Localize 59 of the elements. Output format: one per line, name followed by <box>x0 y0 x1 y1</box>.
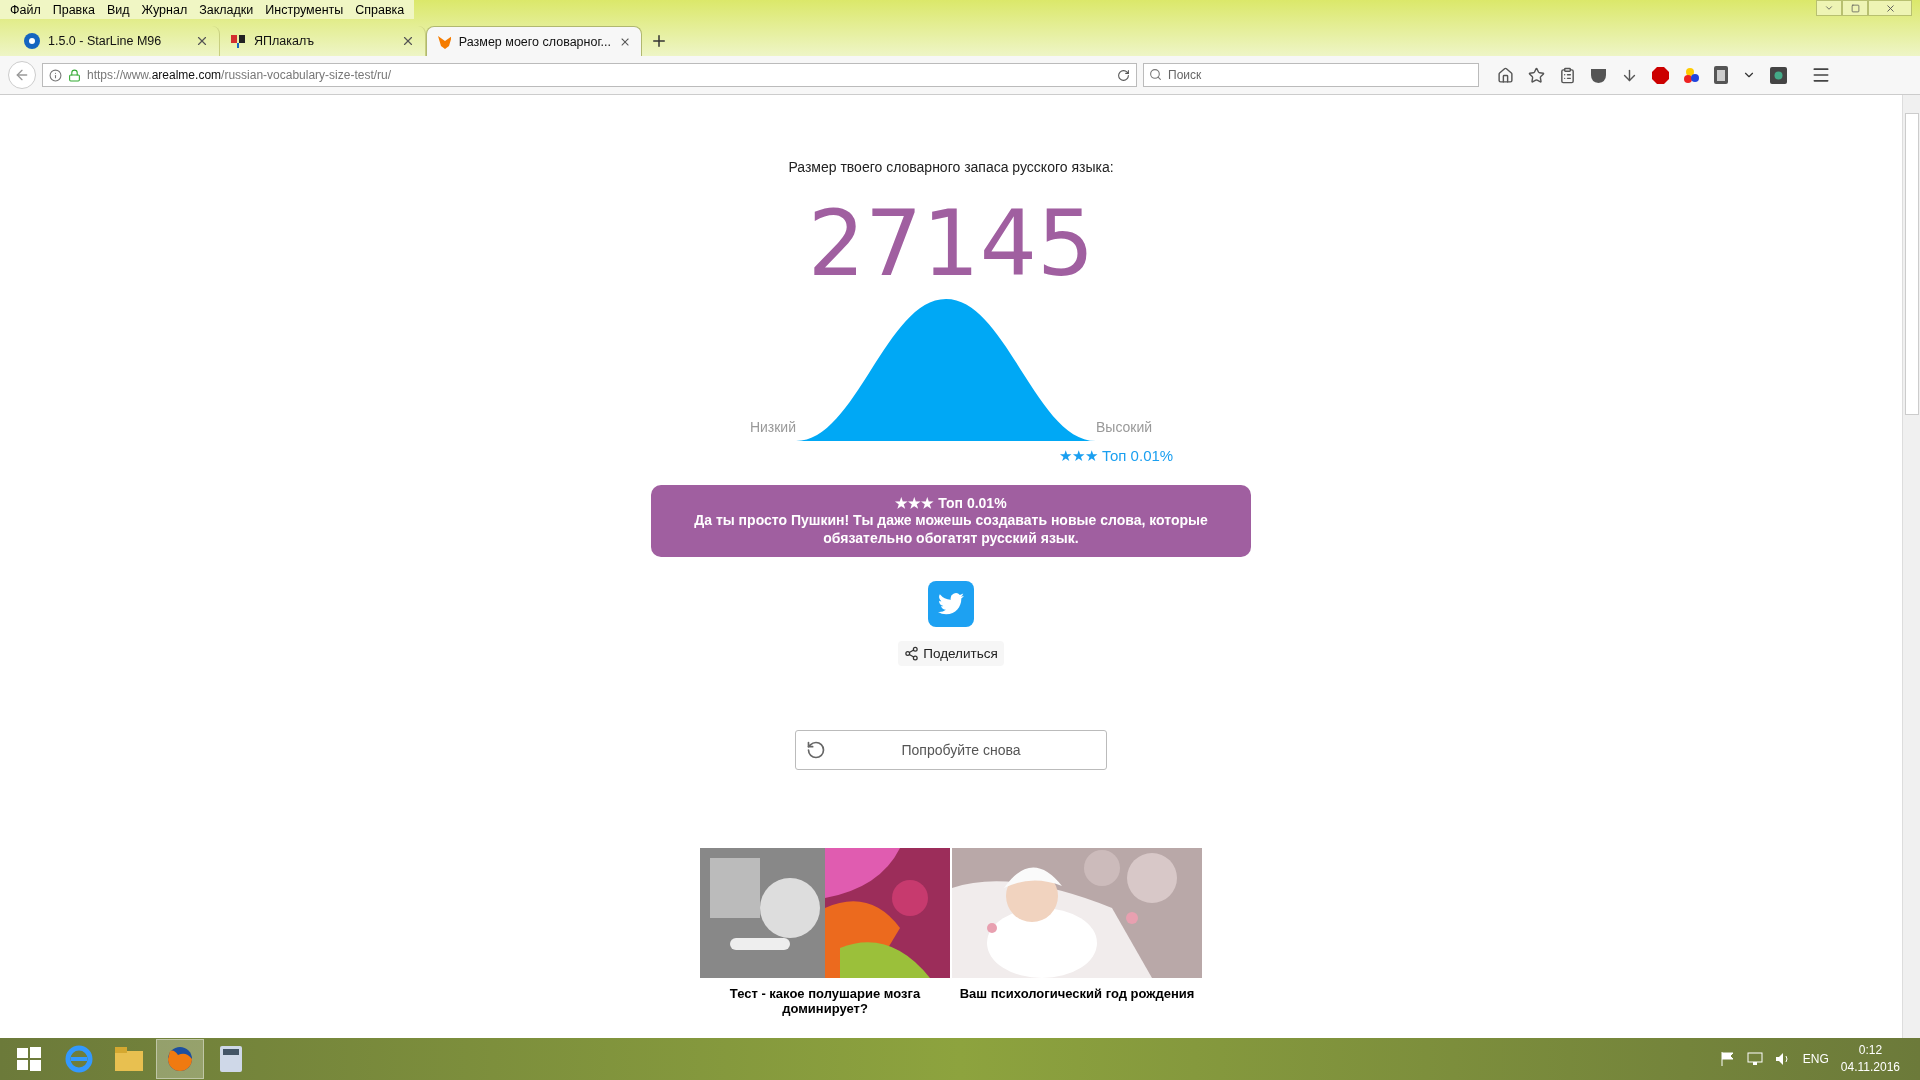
close-icon <box>1884 2 1896 14</box>
home-icon[interactable] <box>1497 66 1514 84</box>
language-indicator[interactable]: ENG <box>1802 1052 1829 1066</box>
new-tab-icon[interactable] <box>650 32 668 50</box>
score-number: 27145 <box>807 199 1095 289</box>
flag-logo-icon <box>230 33 246 49</box>
flag-icon[interactable] <box>1720 1052 1735 1066</box>
share-icon <box>904 646 920 662</box>
fox-head-icon <box>437 33 451 50</box>
close-icon[interactable] <box>195 34 209 48</box>
result-text: Да ты просто Пушкин! Ты даже можешь создавать новые слова, которые обязательно обогатят русский язык. <box>693 511 1209 548</box>
info-icon <box>49 68 62 82</box>
windows-logo-icon <box>17 1047 41 1071</box>
menu-item[interactable]: Закладки <box>193 2 260 17</box>
menu-icon[interactable] <box>1811 65 1831 85</box>
clipboard-icon[interactable] <box>1714 66 1728 84</box>
network-icon[interactable] <box>1746 1052 1763 1066</box>
search-field[interactable]: Поиск <box>1143 63 1479 87</box>
lock-icon <box>68 68 81 82</box>
retry-button[interactable]: Попробуйте снова <box>795 730 1107 771</box>
reload-icon[interactable] <box>1117 68 1130 82</box>
article-link[interactable]: Тест - какое полушарие мозга доминирует? <box>700 986 950 1017</box>
grid-icon[interactable] <box>1770 66 1787 84</box>
menu-item[interactable]: Справка <box>349 2 411 17</box>
browser-tab[interactable]: Размер моего словарног... <box>426 26 642 56</box>
search-icon <box>1149 68 1162 81</box>
low-label: Низкий <box>749 419 796 435</box>
menu-item[interactable]: Инструменты <box>259 2 350 17</box>
share-button[interactable]: Поделиться <box>898 641 1004 667</box>
caret-icon <box>1824 3 1834 13</box>
menu-item[interactable]: Вид <box>100 2 136 17</box>
menu-item[interactable]: Правка <box>46 2 101 17</box>
tab-title: ЯПлакалъ <box>254 34 316 48</box>
bird-icon <box>938 593 964 616</box>
close-icon[interactable] <box>401 34 415 48</box>
scrollbar[interactable] <box>1902 95 1920 1038</box>
octagon-icon[interactable] <box>1652 66 1669 84</box>
rank-label: ★★★ Топ 0.01% <box>1058 447 1174 465</box>
twitter-button[interactable] <box>928 581 974 628</box>
restore-icon <box>1850 3 1860 13</box>
clock[interactable]: 0:12 04.11.2016 <box>1840 1042 1900 1076</box>
article-link[interactable]: Ваш психологический год рождения <box>959 986 1195 1002</box>
firefox-icon[interactable] <box>156 1039 204 1079</box>
address-field[interactable]: https://www.arealme.com/russian-vocabulary-size-test/ru/ <box>42 63 1137 87</box>
dots-icon[interactable] <box>1683 66 1700 84</box>
star-icon[interactable] <box>1528 66 1545 84</box>
menu-item[interactable]: Файл <box>4 2 47 17</box>
url-text: https://www.arealme.com/russian-vocabulary-size-test/ru/ <box>87 68 393 82</box>
high-label: Высокий <box>1096 419 1153 435</box>
shield-icon[interactable] <box>1590 66 1607 84</box>
result-title: ★★★ Топ 0.01% <box>894 495 1008 511</box>
menu-item[interactable]: Журнал <box>135 2 194 17</box>
tab-title: 1.5.0 - StarLine M96 <box>48 34 163 48</box>
s-logo-icon <box>24 33 40 49</box>
list-icon[interactable] <box>1559 66 1576 84</box>
speaker-icon[interactable] <box>1774 1052 1791 1066</box>
tab-title: Размер моего словарног... <box>458 34 611 49</box>
result-subtitle: Размер твоего словарного запаса русского языка: <box>788 159 1114 175</box>
retry-icon <box>806 740 826 761</box>
